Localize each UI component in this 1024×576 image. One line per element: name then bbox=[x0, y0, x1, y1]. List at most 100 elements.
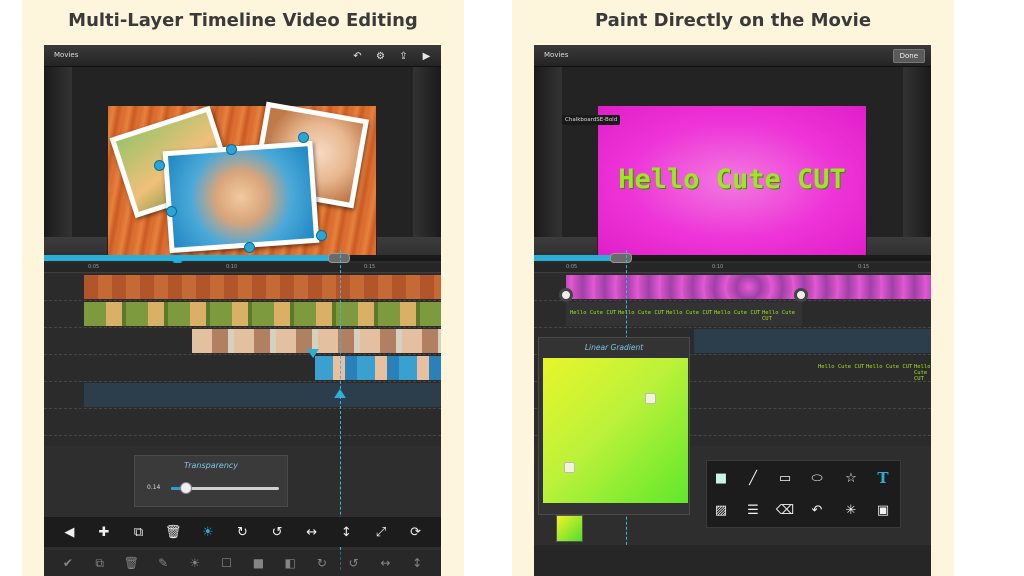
left-panel: Multi-Layer Timeline Video Editing Movie… bbox=[22, 0, 464, 576]
movies-title[interactable]: Movies bbox=[544, 51, 568, 59]
playhead-marker[interactable] bbox=[307, 349, 319, 358]
right-heading: Paint Directly on the Movie bbox=[594, 10, 872, 31]
timeline-ruler: 0:05 0:10 0:15 bbox=[44, 263, 441, 273]
share-icon[interactable]: ⇪ bbox=[395, 48, 412, 64]
play-icon[interactable]: ▶ bbox=[418, 48, 435, 64]
track-row bbox=[44, 355, 441, 382]
right-ipad-screen: Movies Done Hello Cute CUT ChalkboardSE-… bbox=[534, 45, 931, 576]
redo-icon[interactable]: ↻ bbox=[312, 556, 332, 570]
top-bar: Movies Done bbox=[534, 45, 931, 67]
scrubber-knob[interactable] bbox=[328, 253, 350, 263]
brightness-icon[interactable]: ☀ bbox=[198, 525, 218, 540]
empty-clip[interactable] bbox=[694, 329, 931, 353]
movies-title[interactable]: Movies bbox=[54, 51, 78, 59]
duplicate-icon[interactable]: ⧉ bbox=[90, 556, 110, 571]
flip-horizontal-icon[interactable]: ↔ bbox=[302, 525, 322, 540]
timeline-ruler: 0:05 0:10 0:15 bbox=[534, 263, 931, 273]
left-heading: Multi-Layer Timeline Video Editing bbox=[68, 10, 418, 31]
slider-knob[interactable] bbox=[180, 482, 192, 494]
arrow-left-icon[interactable]: ◀ bbox=[59, 525, 79, 540]
transform-handle[interactable] bbox=[244, 242, 255, 253]
transform-handle[interactable] bbox=[316, 230, 327, 241]
right-panel: Paint Directly on the Movie Movies Done … bbox=[512, 0, 954, 576]
transform-handle[interactable] bbox=[226, 144, 237, 155]
star-icon[interactable]: ☆ bbox=[839, 467, 863, 489]
gradient-label: Linear Gradient bbox=[584, 343, 644, 352]
track-row bbox=[44, 274, 441, 301]
undo-icon[interactable]: ↶ bbox=[805, 499, 829, 521]
pen-icon[interactable]: ✎ bbox=[153, 556, 173, 570]
gradient-stop-handle[interactable] bbox=[564, 462, 575, 473]
transform-handle[interactable] bbox=[166, 206, 177, 217]
track-row bbox=[44, 301, 441, 328]
scrubber-knob[interactable] bbox=[610, 253, 632, 263]
done-button[interactable]: Done bbox=[892, 49, 925, 63]
refresh-icon[interactable]: ⟳ bbox=[406, 525, 426, 540]
undo-icon[interactable]: ↶ bbox=[349, 48, 366, 64]
clip-end-pin[interactable] bbox=[794, 288, 808, 302]
background-clip[interactable] bbox=[84, 275, 441, 299]
resize-icon[interactable]: ⤢ bbox=[371, 525, 391, 540]
gradient-stop-handle[interactable] bbox=[645, 393, 656, 404]
photo-clip[interactable] bbox=[315, 356, 441, 380]
edit-toolbar: ◀ ✚ ⧉ 🗑 ☀ ↻ ↺ ↔ ↕ ⤢ ⟳ bbox=[44, 517, 441, 547]
paint-clip[interactable] bbox=[566, 275, 931, 299]
empty-clip[interactable] bbox=[84, 383, 441, 407]
bottom-strip bbox=[534, 545, 931, 576]
fill-square-icon[interactable]: ■ bbox=[709, 467, 733, 489]
layer-icon[interactable]: ◧ bbox=[280, 556, 300, 570]
video-preview[interactable]: Hello Cute CUT bbox=[597, 105, 867, 257]
color-swatch[interactable] bbox=[556, 515, 583, 542]
gradient-panel: Linear Gradient bbox=[538, 337, 690, 515]
clip-start-pin[interactable] bbox=[559, 288, 573, 302]
lines-icon[interactable]: ☰ bbox=[741, 499, 765, 521]
flip-vertical-icon[interactable]: ↕ bbox=[336, 525, 356, 540]
text-clip[interactable]: Hello Cute CUT Hello Cute CUT Hello Cute… bbox=[814, 356, 931, 382]
top-bar: Movies ↶ ⚙ ⇪ ▶ bbox=[44, 45, 441, 67]
plus-icon[interactable]: ✚ bbox=[94, 525, 114, 540]
image-icon[interactable]: ▨ bbox=[709, 499, 733, 521]
preview-stage bbox=[44, 67, 441, 265]
transparency-value: 0.14 bbox=[147, 484, 161, 491]
gear-icon[interactable]: ⚙ bbox=[372, 48, 389, 64]
timeline-tracks bbox=[44, 274, 441, 446]
draw-tools-panel: ■ ╱ ▭ ⬭ ☆ T ▨ ☰ ⌫ ↶ ✳ ▣ bbox=[706, 460, 901, 528]
left-ipad-screen: Movies ↶ ⚙ ⇪ ▶ 0:05 0:10 0:15 Transparen… bbox=[44, 45, 441, 576]
transform-handle[interactable] bbox=[154, 160, 165, 171]
eraser-icon[interactable]: ⌫ bbox=[773, 499, 797, 521]
playback-scrubber[interactable] bbox=[44, 253, 441, 263]
transparency-panel: Transparency 0.14 bbox=[134, 455, 288, 507]
undo-icon[interactable]: ↺ bbox=[267, 525, 287, 540]
track-row bbox=[44, 382, 441, 409]
square-icon[interactable]: ☐ bbox=[217, 556, 237, 570]
transform-handle[interactable] bbox=[298, 132, 309, 143]
rectangle-icon[interactable]: ▭ bbox=[773, 467, 797, 489]
trash-icon[interactable]: 🗑 bbox=[163, 525, 183, 540]
save-icon[interactable]: ▣ bbox=[871, 499, 895, 521]
photo-layer-3[interactable] bbox=[162, 140, 320, 254]
movie-text-overlay[interactable]: Hello Cute CUT bbox=[598, 164, 866, 195]
photo-clip[interactable] bbox=[84, 302, 441, 326]
font-name-tag: ChalkboardSE-Bold bbox=[562, 115, 621, 125]
transparency-slider[interactable] bbox=[171, 482, 279, 494]
ellipse-icon[interactable]: ⬭ bbox=[805, 467, 829, 489]
fill-icon[interactable]: ■ bbox=[248, 556, 268, 570]
duplicate-icon[interactable]: ⧉ bbox=[129, 525, 149, 540]
check-icon[interactable]: ✔ bbox=[58, 556, 78, 570]
flip-vertical-icon[interactable]: ↕ bbox=[407, 556, 427, 570]
secondary-toolbar: ✔ ⧉ 🗑 ✎ ☀ ☐ ■ ◧ ↻ ↺ ↔ ↕ bbox=[44, 550, 441, 576]
line-icon[interactable]: ╱ bbox=[741, 467, 765, 489]
flip-horizontal-icon[interactable]: ↔ bbox=[375, 556, 395, 570]
track-row bbox=[44, 328, 441, 355]
text-icon[interactable]: T bbox=[871, 467, 895, 489]
redo-icon[interactable]: ↻ bbox=[232, 525, 252, 540]
trash-icon[interactable]: 🗑 bbox=[121, 556, 141, 570]
playback-scrubber[interactable] bbox=[534, 253, 931, 263]
video-preview[interactable] bbox=[107, 101, 377, 265]
sparkle-icon[interactable]: ✳ bbox=[839, 499, 863, 521]
brightness-icon[interactable]: ☀ bbox=[185, 556, 205, 570]
text-clip[interactable]: Hello Cute CUT Hello Cute CUT Hello Cute… bbox=[566, 302, 802, 326]
undo-icon[interactable]: ↺ bbox=[344, 556, 364, 570]
gradient-picker[interactable] bbox=[543, 358, 688, 503]
app-store-screenshot: Multi-Layer Timeline Video Editing Movie… bbox=[0, 0, 1024, 576]
